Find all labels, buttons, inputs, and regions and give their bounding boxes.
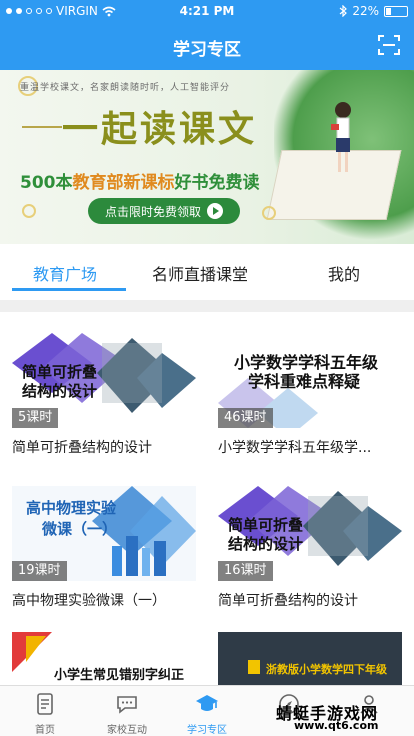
thumb-line: 简单可折叠 — [228, 516, 304, 534]
banner-title: 一起读课文 — [62, 108, 258, 150]
status-bar: VIRGIN 4:21 PM 22% — [0, 0, 414, 22]
thumb-line: 高中物理实验 — [26, 499, 117, 517]
free-claim-button[interactable]: 点击限时免费领取 — [88, 198, 240, 224]
course-thumb-text: 小学生常见错别字纠正 — [54, 668, 185, 683]
watermark-url: www.qt6.com — [294, 719, 379, 732]
bottom-tab-label: 首页 — [35, 725, 55, 736]
battery-percent: 22% — [352, 4, 379, 18]
thumb-line: 结构的设计 — [228, 535, 304, 553]
course-thumbnail: 浙教版小学数学四下年级 — [218, 632, 402, 685]
bluetooth-icon — [339, 5, 348, 17]
lesson-count-badge: 5课时 — [12, 408, 59, 428]
thumb-line: 学科重难点释疑 — [248, 372, 361, 391]
course-thumbnail: 小学生常见错别字纠正 — [12, 632, 196, 685]
banner-dash — [22, 126, 62, 128]
promo-banner[interactable]: 重温学校课文，名家朗读随时听，人工智能评分 一起读课文 500本教育部新课标好书… — [0, 70, 414, 244]
bottom-tab-home-school[interactable]: 家校互动 — [86, 686, 168, 736]
document-icon — [37, 693, 53, 715]
course-thumbnail: 简单可折叠 结构的设计 16课时 — [218, 486, 402, 581]
free-claim-label: 点击限时免费领取 — [104, 204, 201, 219]
banner-promo-suffix: 好书免费读 — [174, 173, 260, 193]
banner-promo-prefix: 500本 — [20, 173, 73, 193]
battery-icon — [384, 5, 408, 17]
course-thumbnail: 高中物理实验 微课（一） 19课时 — [12, 486, 196, 581]
banner-promo-highlight: 教育部新课标 — [72, 173, 175, 193]
course-thumb-text: 浙教版小学数学四下年级 — [266, 663, 387, 676]
play-icon — [207, 203, 223, 219]
course-thumb-text: 高中物理实验 微课（一） — [26, 498, 117, 540]
thumb-line: 简单可折叠 — [22, 363, 98, 381]
tab-mine[interactable]: 我的 — [328, 261, 360, 285]
course-thumb-text: 简单可折叠 结构的设计 — [228, 516, 303, 554]
tab-live-classroom[interactable]: 名师直播课堂 — [152, 261, 248, 285]
course-thumb-text: 简单可折叠 结构的设计 — [22, 363, 97, 401]
lesson-count-badge: 19课时 — [12, 561, 67, 581]
course-thumb-text: 小学数学学科五年级 学科重难点释疑 — [234, 353, 378, 391]
course-thumbnail: 小学数学学科五年级 学科重难点释疑 46课时 — [218, 333, 402, 428]
banner-subtitle: 重温学校课文，名家朗读随时听，人工智能评分 — [20, 83, 231, 93]
course-thumbnail: 简单可折叠 结构的设计 5课时 — [12, 333, 196, 428]
graduation-cap-icon — [196, 695, 218, 711]
decor-ring — [22, 204, 36, 218]
course-title: 高中物理实验微课（一） — [12, 593, 166, 609]
banner-promo: 500本教育部新课标好书免费读 — [20, 168, 260, 193]
thumb-line: 微课（一） — [42, 520, 118, 538]
course-title: 简单可折叠结构的设计 — [12, 440, 152, 456]
bottom-tab-label: 家校互动 — [107, 725, 147, 736]
section-tabs: 教育广场 名师直播课堂 我的 — [0, 244, 414, 296]
thumb-line: 结构的设计 — [22, 382, 98, 400]
course-card[interactable]: 浙教版小学数学四下年级 — [218, 632, 402, 685]
scan-icon[interactable] — [378, 34, 400, 56]
course-title: 简单可折叠结构的设计 — [218, 593, 358, 609]
course-title: 小学数学学科五年级学... — [218, 440, 372, 456]
header-bar: 学习专区 — [0, 22, 414, 70]
course-card[interactable]: 小学生常见错别字纠正 — [12, 632, 196, 685]
chat-bubble-icon — [117, 696, 137, 714]
bottom-tab-home[interactable]: 首页 — [4, 686, 86, 736]
bottom-tab-study-zone[interactable]: 学习专区 — [166, 686, 248, 736]
active-tab-indicator — [12, 288, 126, 291]
reading-girl-illustration — [331, 102, 351, 172]
section-divider — [0, 300, 414, 312]
thumb-line: 小学数学学科五年级 — [234, 353, 379, 372]
tab-education-plaza[interactable]: 教育广场 — [33, 261, 97, 285]
decor-ring — [262, 206, 276, 220]
lesson-count-badge: 16课时 — [218, 561, 273, 581]
page-title: 学习专区 — [173, 40, 241, 60]
lesson-count-badge: 46课时 — [218, 408, 273, 428]
bottom-tab-label: 学习专区 — [187, 725, 227, 736]
